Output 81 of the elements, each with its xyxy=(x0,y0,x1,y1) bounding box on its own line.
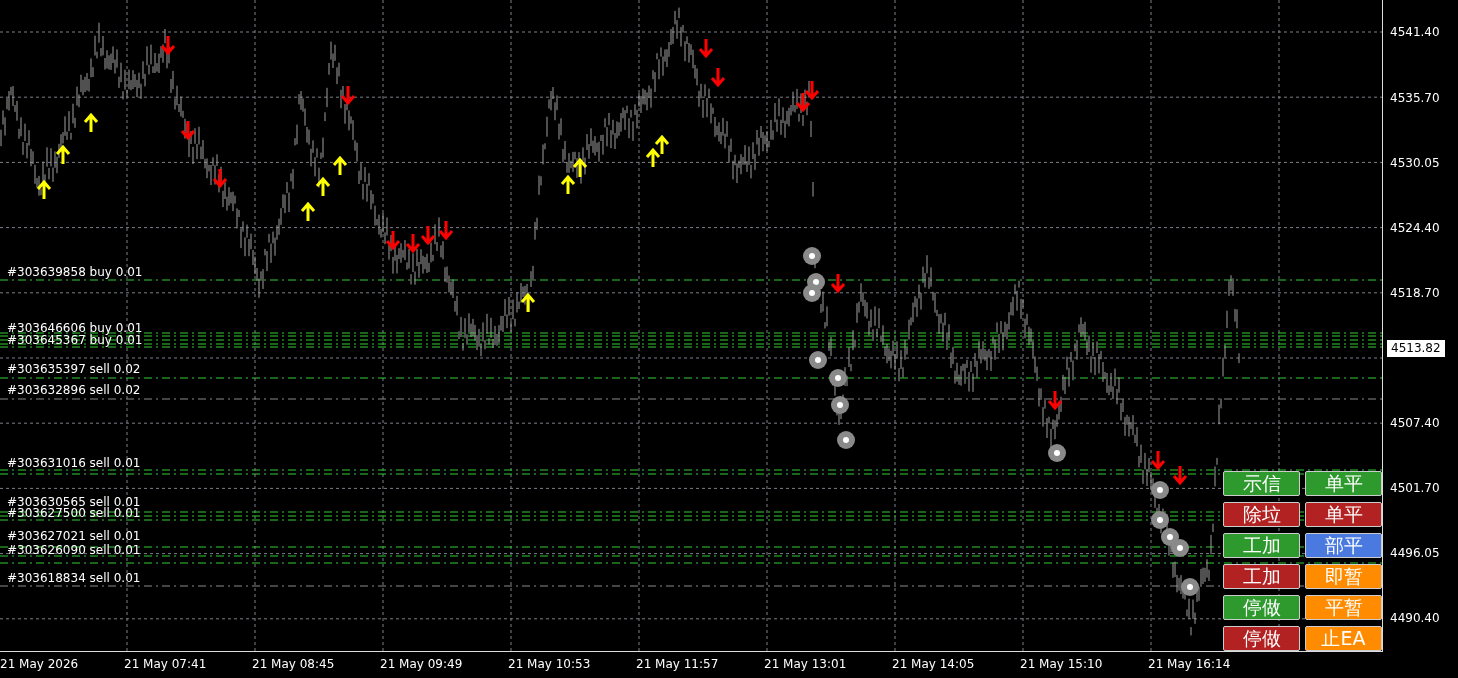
price-label: 4518.70 xyxy=(1389,285,1440,301)
current-price-label: 4513.82 xyxy=(1387,340,1445,357)
price-label: 4530.05 xyxy=(1389,155,1440,171)
time-label: 21 May 14:05 xyxy=(892,657,976,673)
circle-marker-icon xyxy=(831,396,849,414)
down-arrow-icon xyxy=(420,224,436,246)
time-label: 21 May 10:53 xyxy=(508,657,592,673)
circle-marker-icon xyxy=(837,431,855,449)
panel-button[interactable]: 单平 xyxy=(1305,502,1382,527)
up-arrow-icon xyxy=(300,201,316,223)
down-arrow-icon xyxy=(830,272,846,294)
time-label: 21 May 08:45 xyxy=(252,657,336,673)
panel-button[interactable]: 部平 xyxy=(1305,533,1382,558)
order-label: #303646606 buy 0.01 xyxy=(7,321,143,335)
order-label: #303639858 buy 0.01 xyxy=(7,265,143,279)
panel-button[interactable]: 平暂 xyxy=(1305,595,1382,620)
order-label: #303632896 sell 0.02 xyxy=(7,383,141,397)
time-label: 21 May 16:14 xyxy=(1148,657,1232,673)
down-arrow-icon xyxy=(180,119,196,141)
down-arrow-icon xyxy=(1150,449,1166,471)
down-arrow-icon xyxy=(212,167,228,189)
time-label: 21 May 13:01 xyxy=(764,657,848,673)
up-arrow-icon xyxy=(572,157,588,179)
down-arrow-icon xyxy=(1172,464,1188,486)
up-arrow-icon xyxy=(654,134,670,156)
time-label: 21 May 09:49 xyxy=(380,657,464,673)
order-label: #303626090 sell 0.01 xyxy=(7,543,141,557)
circle-marker-icon xyxy=(809,351,827,369)
down-arrow-icon xyxy=(804,79,820,101)
down-arrow-icon xyxy=(1047,389,1063,411)
down-arrow-icon xyxy=(795,91,811,113)
order-label: #303635397 sell 0.02 xyxy=(7,362,141,376)
order-label: #303645367 buy 0.01 xyxy=(7,333,143,347)
down-arrow-icon xyxy=(710,66,726,88)
panel-button[interactable]: 停做 xyxy=(1223,626,1300,651)
up-arrow-icon xyxy=(520,292,536,314)
circle-marker-icon xyxy=(1048,444,1066,462)
price-label: 4541.40 xyxy=(1389,24,1440,40)
panel-button[interactable]: 即暂 xyxy=(1305,564,1382,589)
up-arrow-icon xyxy=(315,176,331,198)
up-arrow-icon xyxy=(36,179,52,201)
price-label: 4524.40 xyxy=(1389,220,1440,236)
up-arrow-icon xyxy=(645,147,661,169)
price-label: 4496.05 xyxy=(1389,545,1440,561)
up-arrow-icon xyxy=(560,174,576,196)
order-label: #303627500 sell 0.01 xyxy=(7,506,141,520)
down-arrow-icon xyxy=(340,84,356,106)
up-arrow-icon xyxy=(332,155,348,177)
time-label: 21 May 07:41 xyxy=(124,657,208,673)
down-arrow-icon xyxy=(405,232,421,254)
down-arrow-icon xyxy=(385,229,401,251)
order-label: #303618834 sell 0.01 xyxy=(7,571,141,585)
circle-marker-icon xyxy=(1151,481,1169,499)
price-label: 4535.70 xyxy=(1389,90,1440,106)
price-label: 4507.40 xyxy=(1389,415,1440,431)
panel-button[interactable]: 止EA xyxy=(1305,626,1382,651)
up-arrow-icon xyxy=(83,112,99,134)
down-arrow-icon xyxy=(698,37,714,59)
panel-button[interactable]: 工加 xyxy=(1223,533,1300,558)
up-arrow-icon xyxy=(55,144,71,166)
order-label: #303631016 sell 0.01 xyxy=(7,456,141,470)
panel-button[interactable]: 工加 xyxy=(1223,564,1300,589)
circle-marker-icon xyxy=(1171,539,1189,557)
down-arrow-icon xyxy=(438,219,454,241)
price-label: 4490.40 xyxy=(1389,610,1440,626)
circle-marker-icon xyxy=(803,284,821,302)
order-label: #303627021 sell 0.01 xyxy=(7,529,141,543)
order-label: #303630565 sell 0.01 xyxy=(7,495,141,509)
panel-button[interactable]: 单平 xyxy=(1305,471,1382,496)
time-label: 21 May 11:57 xyxy=(636,657,720,673)
time-label: 21 May 15:10 xyxy=(1020,657,1104,673)
panel-button[interactable]: 示信 xyxy=(1223,471,1300,496)
panel-button[interactable]: 除垃 xyxy=(1223,502,1300,527)
circle-marker-icon xyxy=(1181,578,1199,596)
circle-marker-icon xyxy=(803,247,821,265)
time-label: 21 May 2026 xyxy=(0,657,80,673)
price-label: 4501.70 xyxy=(1389,480,1440,496)
circle-marker-icon xyxy=(1151,511,1169,529)
panel-button[interactable]: 停做 xyxy=(1223,595,1300,620)
circle-marker-icon xyxy=(829,369,847,387)
down-arrow-icon xyxy=(160,34,176,56)
